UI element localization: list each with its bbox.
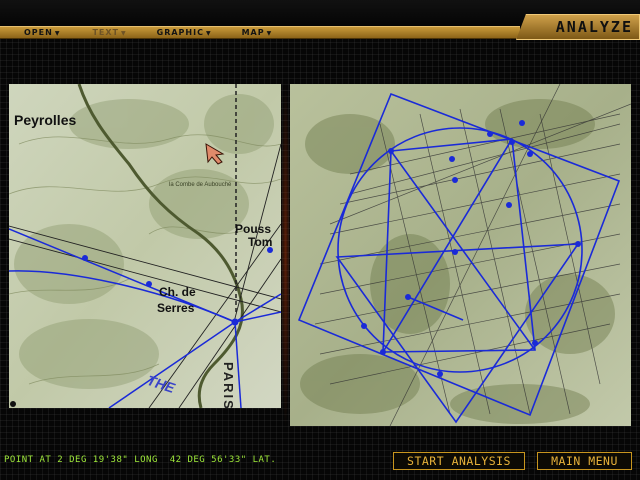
- menu-text[interactable]: TEXT ▼: [92, 28, 126, 37]
- menu-bar: OPEN ▼ TEXT ▼ GRAPHIC ▼ MAP ▼: [0, 26, 520, 39]
- town-label-peyrolles: Peyrolles: [14, 112, 77, 128]
- town-label-pouss: Pouss: [235, 222, 272, 236]
- chevron-down-icon: ▼: [205, 30, 212, 37]
- main-menu-button[interactable]: MAIN MENU: [537, 452, 632, 470]
- place-label-combe: la Combe de Aubouché: [169, 182, 232, 188]
- menu-open-label: OPEN: [24, 28, 53, 37]
- start-analysis-button[interactable]: START ANALYSIS: [393, 452, 525, 470]
- menu-open[interactable]: OPEN ▼: [24, 28, 60, 37]
- menu-map-label: MAP: [241, 28, 265, 37]
- road-label-paris: PARIS: [221, 362, 236, 408]
- menu-graphic-label: GRAPHIC: [156, 28, 204, 37]
- menu-graphic[interactable]: GRAPHIC ▼: [157, 28, 212, 37]
- menu-map[interactable]: MAP ▼: [242, 28, 273, 37]
- place-label-ch-de: Ch. de: [159, 285, 196, 299]
- chevron-down-icon: ▼: [121, 30, 127, 37]
- chevron-down-icon: ▼: [266, 30, 273, 37]
- place-label-serres: Serres: [157, 301, 195, 315]
- chevron-down-icon: ▼: [54, 30, 61, 37]
- overview-map-panel[interactable]: [290, 84, 631, 426]
- panel-divider: [281, 78, 290, 430]
- zoomed-map-canvas[interactable]: [9, 84, 281, 408]
- town-label-tom: Tom: [248, 235, 273, 249]
- overview-map-canvas[interactable]: [290, 84, 631, 426]
- zoomed-map-panel[interactable]: Peyrolles la Combe de Aubouché Pouss Tom…: [9, 84, 281, 408]
- coordinate-readout: POINT AT 2 DEG 19'38" LONG 42 DEG 56'33"…: [4, 455, 277, 465]
- title-plate: ANALYZE: [516, 14, 640, 40]
- menu-text-label: TEXT: [92, 28, 119, 37]
- page-title: ANALYZE: [555, 18, 633, 36]
